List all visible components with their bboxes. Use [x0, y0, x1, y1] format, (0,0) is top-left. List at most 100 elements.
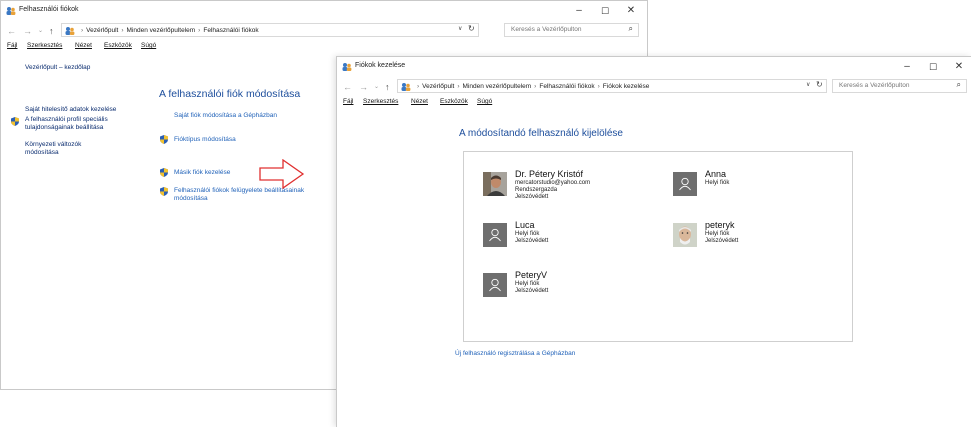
breadcrumb-item[interactable]: Felhasználói fiókok	[203, 27, 258, 34]
sidebar-item-env-line2[interactable]: módosítása	[25, 149, 59, 157]
default-user-avatar	[483, 223, 507, 247]
search-input[interactable]: Keresés a Vezérlőpulton ⌕	[504, 23, 639, 37]
account-name: PeteryV	[515, 270, 548, 280]
address-row: ← → ⌄ ↑ › Vezérlőpult › Minden vezérlőpulte…	[1, 22, 647, 40]
page-title: A felhasználói fiók módosítása	[159, 88, 301, 100]
account-password-status: Jelszóvédett	[705, 238, 739, 244]
account-name: Dr. Pétery Kristóf	[515, 169, 584, 179]
sidebar-item-env-line1[interactable]: Környezeti változók	[25, 141, 81, 149]
address-bar[interactable]: › Vezérlőpult › Minden vezérlőpultelem › Felh…	[397, 79, 827, 93]
chevron-right-icon: ›	[81, 27, 84, 34]
breadcrumb-item[interactable]: Vezérlőpult	[422, 83, 454, 90]
refresh-icon[interactable]: ↻	[468, 24, 475, 33]
chevron-right-icon: ›	[597, 83, 600, 90]
breadcrumb-item[interactable]: Vezérlőpult	[86, 27, 118, 34]
sidebar-item-profile-line2[interactable]: tulajdonságainak beállítása	[25, 124, 103, 132]
account-password-status: Jelszóvédett	[515, 238, 549, 244]
search-placeholder: Keresés a Vezérlőpulton	[839, 82, 910, 89]
control-panel-icon	[65, 26, 75, 37]
chevron-down-icon[interactable]: ∨	[806, 81, 810, 88]
recent-chevron-icon[interactable]: ⌄	[38, 24, 43, 38]
window-title: Felhasználói fiókok	[19, 6, 79, 13]
sidebar-item-home[interactable]: Vezérlőpult – kezdőlap	[25, 64, 90, 72]
account-name: Anna	[705, 169, 727, 179]
control-panel-icon	[401, 82, 411, 93]
forward-arrow-icon[interactable]: →	[23, 24, 32, 38]
user-photo-avatar	[483, 172, 507, 196]
maximize-button[interactable]: ☐	[920, 59, 946, 75]
shield-icon	[160, 168, 168, 177]
breadcrumb-item[interactable]: Fiókok kezelése	[603, 83, 650, 90]
account-type: Rendszergazda	[515, 187, 558, 193]
manage-accounts-window: Fiókok kezelése – ☐ ✕ ← → ⌄ ↑ › Vezérlőpu…	[336, 56, 971, 427]
manage-another-account-link[interactable]: Másik fiók kezelése	[174, 169, 230, 177]
account-type: Helyi fiók	[705, 180, 730, 186]
recent-chevron-icon[interactable]: ⌄	[374, 80, 379, 94]
add-user-in-settings-link[interactable]: Új felhasználó regisztrálása a Gépházban	[455, 350, 575, 357]
menu-edit[interactable]: Szerkesztés	[27, 42, 62, 49]
account-email: mercatorstudio@yahoo.com	[515, 180, 591, 186]
menu-bar: Fájl Szerkesztés Nézet Eszközök Súgó	[1, 41, 647, 54]
account-type: Helyi fiók	[705, 231, 730, 237]
sidebar-item-credentials[interactable]: Saját hitelesítő adatok kezelése	[25, 106, 116, 114]
menu-tools[interactable]: Eszközök	[104, 42, 132, 49]
shield-icon	[160, 135, 168, 144]
breadcrumb-item[interactable]: Minden vezérlőpultelem	[463, 83, 532, 90]
user-photo-avatar	[673, 223, 697, 247]
address-bar[interactable]: › Vezérlőpult › Minden vezérlőpultelem › Felh…	[61, 23, 479, 37]
maximize-button[interactable]: ☐	[592, 3, 618, 19]
menu-file[interactable]: Fájl	[7, 42, 17, 49]
account-name: peteryk	[705, 220, 735, 230]
search-placeholder: Keresés a Vezérlőpulton	[511, 26, 582, 33]
menu-tools[interactable]: Eszközök	[440, 98, 468, 105]
breadcrumb: › Vezérlőpult › Minden vezérlőpultelem › Felh…	[414, 82, 649, 91]
forward-arrow-icon[interactable]: →	[359, 80, 368, 94]
breadcrumb: › Vezérlőpult › Minden vezérlőpultelem › Felh…	[78, 26, 259, 35]
refresh-icon[interactable]: ↻	[816, 80, 823, 89]
user-accounts-icon	[342, 62, 352, 73]
red-arrow-annotation-icon	[259, 159, 305, 189]
menu-view[interactable]: Nézet	[75, 42, 92, 49]
account-password-status: Jelszóvédett	[515, 194, 549, 200]
page-title: A módosítandó felhasználó kijelölése	[459, 128, 623, 139]
account-name: Luca	[515, 220, 535, 230]
account-type: Helyi fiók	[515, 281, 540, 287]
uac-settings-link-line2[interactable]: módosítása	[174, 195, 208, 203]
menu-edit[interactable]: Szerkesztés	[363, 98, 398, 105]
back-arrow-icon[interactable]: ←	[7, 24, 16, 38]
default-user-avatar	[483, 273, 507, 297]
chevron-right-icon: ›	[457, 83, 460, 90]
change-account-pcsettings-link[interactable]: Saját fiók módosítása a Gépházban	[174, 112, 277, 120]
up-arrow-icon[interactable]: ↑	[49, 24, 54, 38]
window-title: Fiókok kezelése	[355, 62, 406, 69]
up-arrow-icon[interactable]: ↑	[385, 80, 390, 94]
minimize-button[interactable]: –	[894, 59, 920, 75]
search-input[interactable]: Keresés a Vezérlőpulton ⌕	[832, 79, 967, 93]
chevron-down-icon[interactable]: ∨	[458, 25, 462, 32]
menu-help[interactable]: Súgó	[477, 98, 492, 105]
breadcrumb-item[interactable]: Felhasználói fiókok	[539, 83, 594, 90]
title-bar[interactable]: Fiókok kezelése – ☐ ✕	[337, 57, 971, 77]
sidebar-item-profile-line1[interactable]: A felhasználói profil speciális	[25, 116, 108, 124]
menu-view[interactable]: Nézet	[411, 98, 428, 105]
shield-icon	[11, 117, 19, 126]
default-user-avatar	[673, 172, 697, 196]
back-arrow-icon[interactable]: ←	[343, 80, 352, 94]
menu-bar: Fájl Szerkesztés Nézet Eszközök Súgó	[337, 97, 971, 110]
address-row: ← → ⌄ ↑ › Vezérlőpult › Minden vezérlőpulte…	[337, 78, 971, 96]
menu-help[interactable]: Súgó	[141, 42, 156, 49]
search-icon[interactable]: ⌕	[957, 80, 961, 90]
account-list: Dr. Pétery Kristóf mercatorstudio@yahoo.…	[463, 151, 853, 342]
chevron-right-icon: ›	[198, 27, 201, 34]
breadcrumb-item[interactable]: Minden vezérlőpultelem	[127, 27, 196, 34]
change-account-type-link[interactable]: Fióktípus módosítása	[174, 136, 236, 144]
chevron-right-icon: ›	[121, 27, 124, 34]
close-button[interactable]: ✕	[618, 3, 644, 19]
menu-file[interactable]: Fájl	[343, 98, 353, 105]
shield-icon	[160, 187, 168, 196]
close-button[interactable]: ✕	[946, 59, 971, 75]
title-bar[interactable]: Felhasználói fiókok – ☐ ✕	[1, 1, 647, 21]
search-icon[interactable]: ⌕	[629, 24, 633, 34]
account-type: Helyi fiók	[515, 231, 540, 237]
minimize-button[interactable]: –	[566, 3, 592, 19]
